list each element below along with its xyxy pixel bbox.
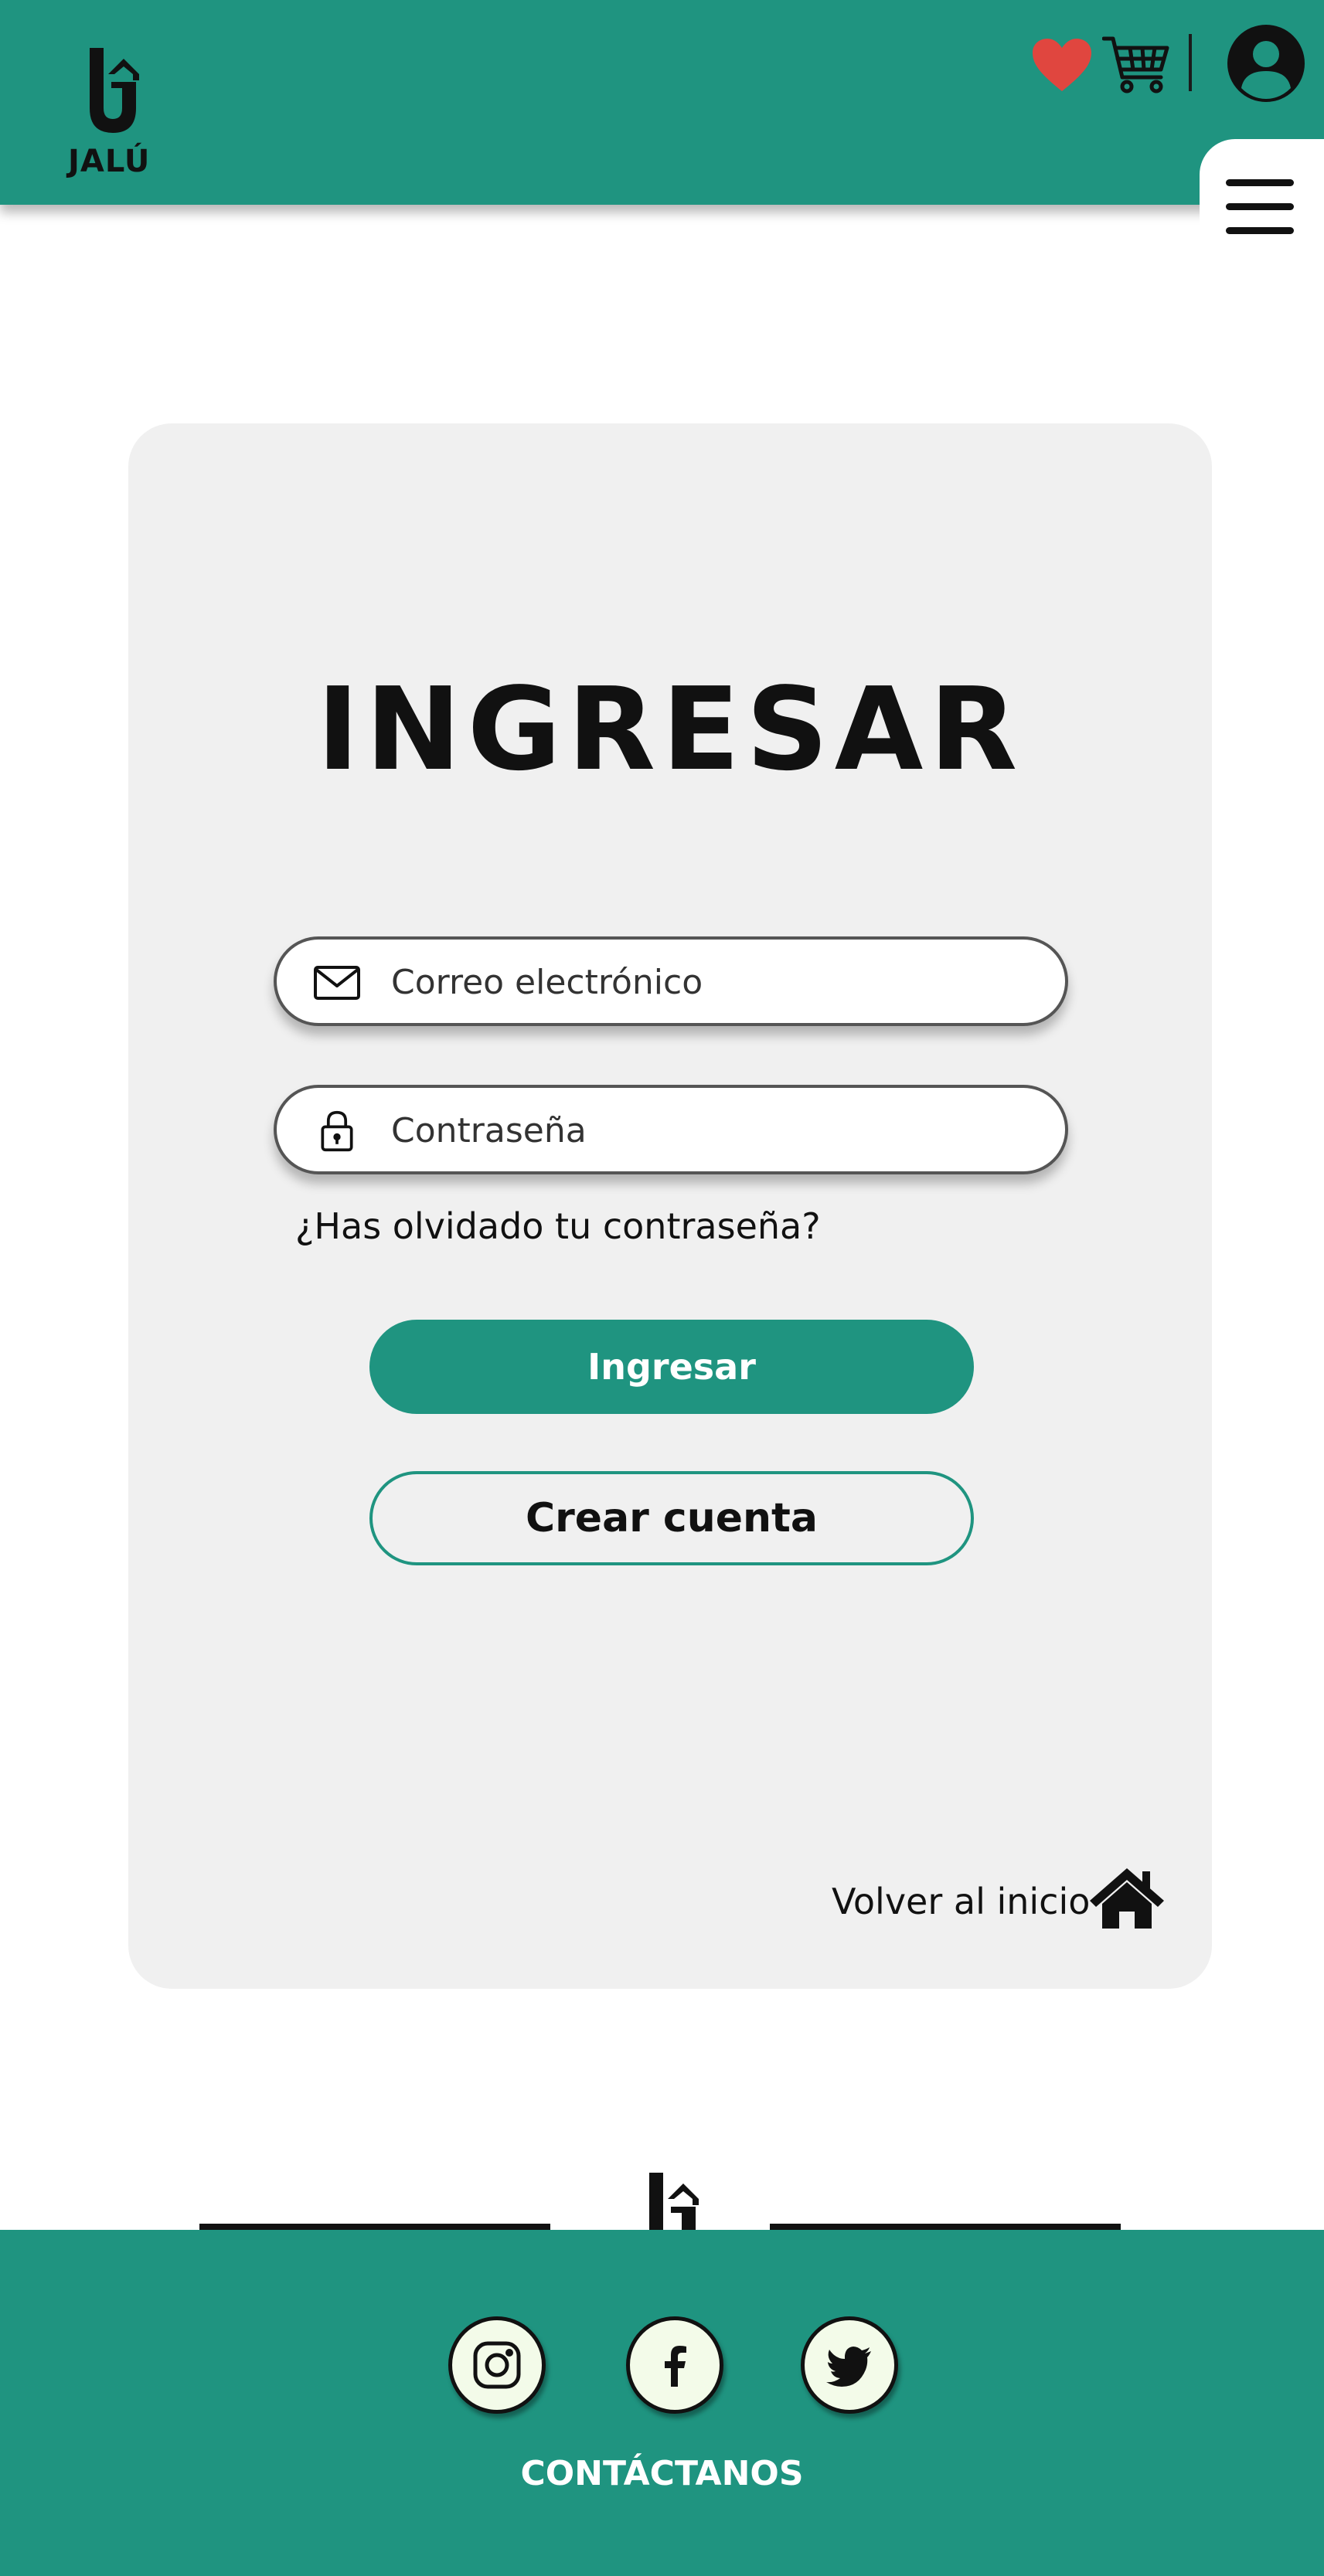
back-home-link[interactable]: Volver al inicio	[832, 1865, 1172, 1942]
password-input[interactable]	[391, 1103, 1040, 1157]
site-footer: CONTÁCTANOS	[0, 2230, 1324, 2576]
lock-icon	[321, 1110, 353, 1152]
header-divider	[1189, 34, 1192, 91]
user-icon	[1227, 25, 1305, 102]
menu-icon[interactable]	[1226, 179, 1294, 235]
page-title: INGRESAR	[316, 663, 1024, 796]
instagram-icon	[473, 2341, 521, 2389]
email-field[interactable]	[274, 936, 1068, 1026]
site-header: JALÚ	[0, 0, 1324, 205]
facebook-button[interactable]	[626, 2316, 723, 2414]
home-icon	[1090, 1868, 1164, 1929]
password-field[interactable]	[274, 1085, 1068, 1174]
cart-icon	[1101, 36, 1169, 93]
login-card: INGRESAR ¿Has olvidado tu contraseña? In…	[128, 423, 1212, 1989]
email-input[interactable]	[391, 955, 1040, 1009]
brand-logo[interactable]: JALÚ	[65, 43, 165, 182]
forgot-password-link[interactable]: ¿Has olvidado tu contraseña?	[295, 1205, 821, 1247]
instagram-button[interactable]	[448, 2316, 546, 2414]
favorites-button[interactable]	[1031, 37, 1093, 93]
back-home-label: Volver al inicio	[832, 1881, 1091, 1922]
heart-icon	[1033, 39, 1091, 91]
twitter-button[interactable]	[801, 2316, 898, 2414]
cart-button[interactable]	[1101, 34, 1170, 96]
account-button[interactable]	[1226, 23, 1306, 104]
login-button[interactable]: Ingresar	[369, 1320, 974, 1414]
create-account-button[interactable]: Crear cuenta	[369, 1471, 974, 1565]
logo-mark-icon	[90, 48, 139, 133]
menu-tab[interactable]	[1200, 139, 1324, 255]
brand-name: JALÚ	[68, 144, 151, 179]
mail-icon	[314, 966, 360, 1000]
twitter-icon	[826, 2347, 871, 2387]
facebook-icon	[665, 2346, 686, 2387]
contact-link[interactable]: CONTÁCTANOS	[0, 2454, 1324, 2493]
